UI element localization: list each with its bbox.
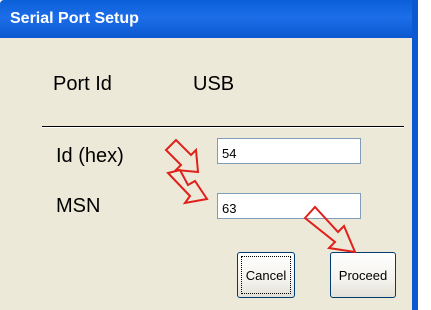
port-id-label: Port Id	[53, 73, 112, 95]
port-id-value: USB	[193, 73, 235, 95]
cancel-button[interactable]: Cancel	[237, 252, 295, 298]
serial-port-setup-dialog: Serial Port Setup Port Id USB Id (hex) M…	[0, 0, 431, 310]
id-hex-input[interactable]	[217, 138, 361, 164]
section-divider	[42, 126, 404, 128]
window-title: Serial Port Setup	[10, 10, 139, 27]
msn-input[interactable]	[217, 193, 361, 219]
id-hex-label: Id (hex)	[56, 145, 124, 167]
proceed-button-label: Proceed	[338, 267, 388, 283]
title-bar[interactable]: Serial Port Setup	[0, 0, 418, 38]
msn-label: MSN	[56, 195, 101, 217]
desktop-background	[418, 0, 431, 310]
proceed-button[interactable]: Proceed	[330, 252, 396, 298]
cancel-button-label: Cancel	[245, 267, 287, 283]
